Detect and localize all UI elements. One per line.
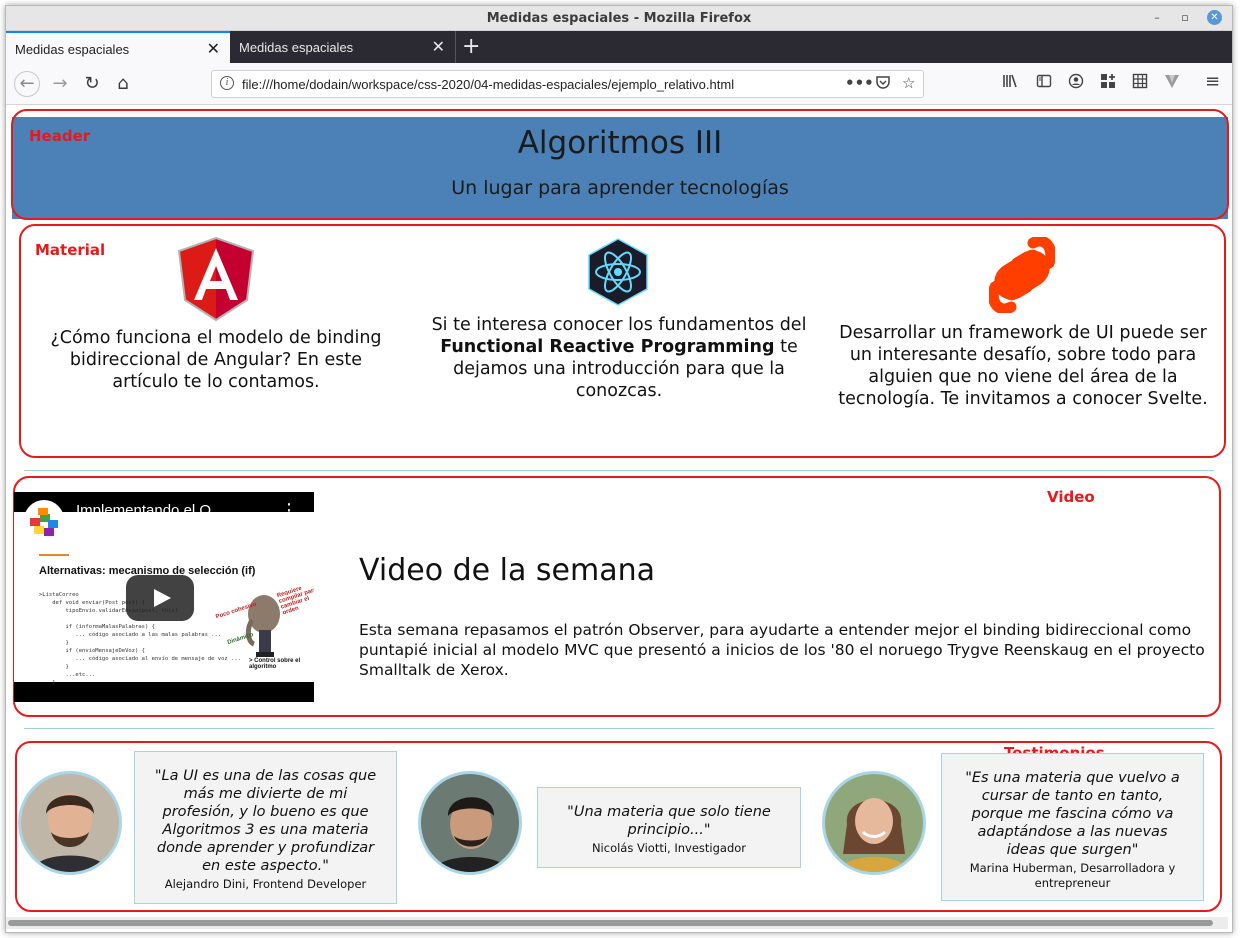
site-info-icon[interactable]: i (220, 76, 234, 90)
forward-button[interactable]: → (48, 72, 72, 96)
material-item-text-bold: Functional Reactive Programming (440, 337, 775, 357)
maximize-button[interactable]: ▫ (1177, 10, 1193, 26)
home-button[interactable]: ⌂ (111, 72, 135, 96)
testimonial-quote: "Una materia que solo tiene principio...… (567, 804, 771, 838)
close-window-button[interactable]: ✕ (1207, 10, 1222, 25)
material-item-text: Desarrollar un framework de UI puede ser… (838, 323, 1208, 409)
material-annotation-label: Material (35, 241, 106, 259)
tab-medidas-espaciales-active[interactable]: Medidas espaciales ✕ (6, 31, 230, 63)
angular-logo (176, 236, 256, 322)
video-title[interactable]: Implementando el O... (76, 502, 224, 519)
material-item-svelte: Desarrollar un framework de UI puede ser… (838, 322, 1208, 410)
new-tab-button[interactable]: + (462, 34, 480, 59)
play-button[interactable] (126, 575, 194, 621)
material-item-text-before: Si te interesa conocer los fundamentos d… (431, 315, 807, 335)
video-heading: Video de la semana (359, 553, 655, 588)
section-divider (24, 728, 1214, 729)
account-icon[interactable] (1068, 73, 1084, 93)
bookmark-star-icon[interactable]: ☆ (902, 74, 915, 92)
material-item-react: Si te interesa conocer los fundamentos d… (429, 314, 809, 402)
grid-extension-icon[interactable] (1132, 73, 1148, 93)
minimize-button[interactable]: – (1149, 10, 1165, 26)
material-item-angular: ¿Cómo funciona el modelo de binding bidi… (36, 327, 396, 393)
page-content: Algoritmos III Un lugar para aprender te… (6, 105, 1229, 917)
url-text[interactable]: file:///home/dodain/workspace/css-2020/0… (242, 77, 734, 92)
video-description: Esta semana repasamos el patrón Observer… (359, 621, 1205, 679)
testimonial-quote: "Es una materia que vuelvo a cursar de t… (965, 770, 1180, 858)
testimonial-card: "La UI es una de las cosas que más me di… (134, 751, 397, 904)
tab-medidas-espaciales[interactable]: Medidas espaciales ✕ (230, 31, 456, 63)
avatar (418, 771, 522, 875)
url-bar[interactable]: i file:///home/dodain/workspace/css-2020… (211, 70, 924, 98)
vpn-extension-icon[interactable] (1164, 73, 1180, 93)
pocket-icon[interactable] (875, 74, 891, 94)
horizontal-scrollbar[interactable] (6, 917, 1228, 929)
page-actions-icon[interactable]: ••• (845, 74, 874, 92)
close-tab-icon[interactable]: ✕ (432, 37, 445, 57)
material-item-text: ¿Cómo funciona el modelo de binding bidi… (50, 328, 382, 392)
testimonial-card: "Es una materia que vuelvo a cursar de t… (941, 753, 1204, 901)
section-divider (24, 470, 1214, 471)
navigation-toolbar: ← → ↻ ⌂ i file:///home/dodain/workspace/… (6, 63, 1232, 105)
tab-strip: Medidas espaciales ✕ Medidas espaciales … (6, 31, 1232, 63)
header-outline (11, 109, 1229, 220)
sidebar-icon[interactable] (1036, 73, 1052, 93)
testimonial-author: Marina Huberman, Desarrolladora y entrep… (969, 861, 1176, 890)
slide-accent-line (39, 554, 69, 556)
header-annotation-label: Header (29, 127, 91, 145)
testimonial-card: "Una materia que solo tiene principio...… (537, 787, 801, 868)
browser-window: Medidas espaciales - Mozilla Firefox – ▫… (5, 5, 1233, 933)
close-tab-icon[interactable]: ✕ (207, 39, 220, 59)
window-title: Medidas espaciales - Mozilla Firefox (486, 11, 752, 26)
library-icon[interactable] (1002, 73, 1018, 93)
react-logo (578, 237, 658, 307)
reload-button[interactable]: ↻ (80, 72, 104, 96)
channel-avatar[interactable] (24, 500, 64, 540)
video-annotation-label: Video (1047, 488, 1095, 506)
video-menu-icon[interactable]: ⋮ (280, 500, 298, 521)
back-button[interactable]: ← (14, 71, 40, 97)
extensions-icon[interactable] (1100, 73, 1116, 93)
avatar (822, 771, 926, 875)
testimonial-author: Nicolás Viotti, Investigador (591, 841, 747, 855)
avatar (18, 771, 122, 875)
svelte-logo (987, 235, 1057, 315)
youtube-video-embed[interactable]: Alternativas: mecanismo de selección (if… (14, 492, 314, 702)
testimonial-quote: "La UI es una de las cosas que más me di… (154, 768, 377, 874)
title-bar: Medidas espaciales - Mozilla Firefox – ▫… (6, 6, 1232, 31)
scrollbar-thumb[interactable] (8, 920, 1213, 926)
tab-label: Medidas espaciales (239, 40, 354, 55)
testimonial-author: Alejandro Dini, Frontend Developer (164, 877, 367, 891)
tab-label: Medidas espaciales (15, 42, 130, 57)
slide-note: Requiere compilar para cambiar el orden (276, 585, 314, 617)
slide-note: > Control sobre el algoritmo (249, 658, 301, 670)
hamburger-menu-icon[interactable]: ≡ (1205, 71, 1220, 92)
